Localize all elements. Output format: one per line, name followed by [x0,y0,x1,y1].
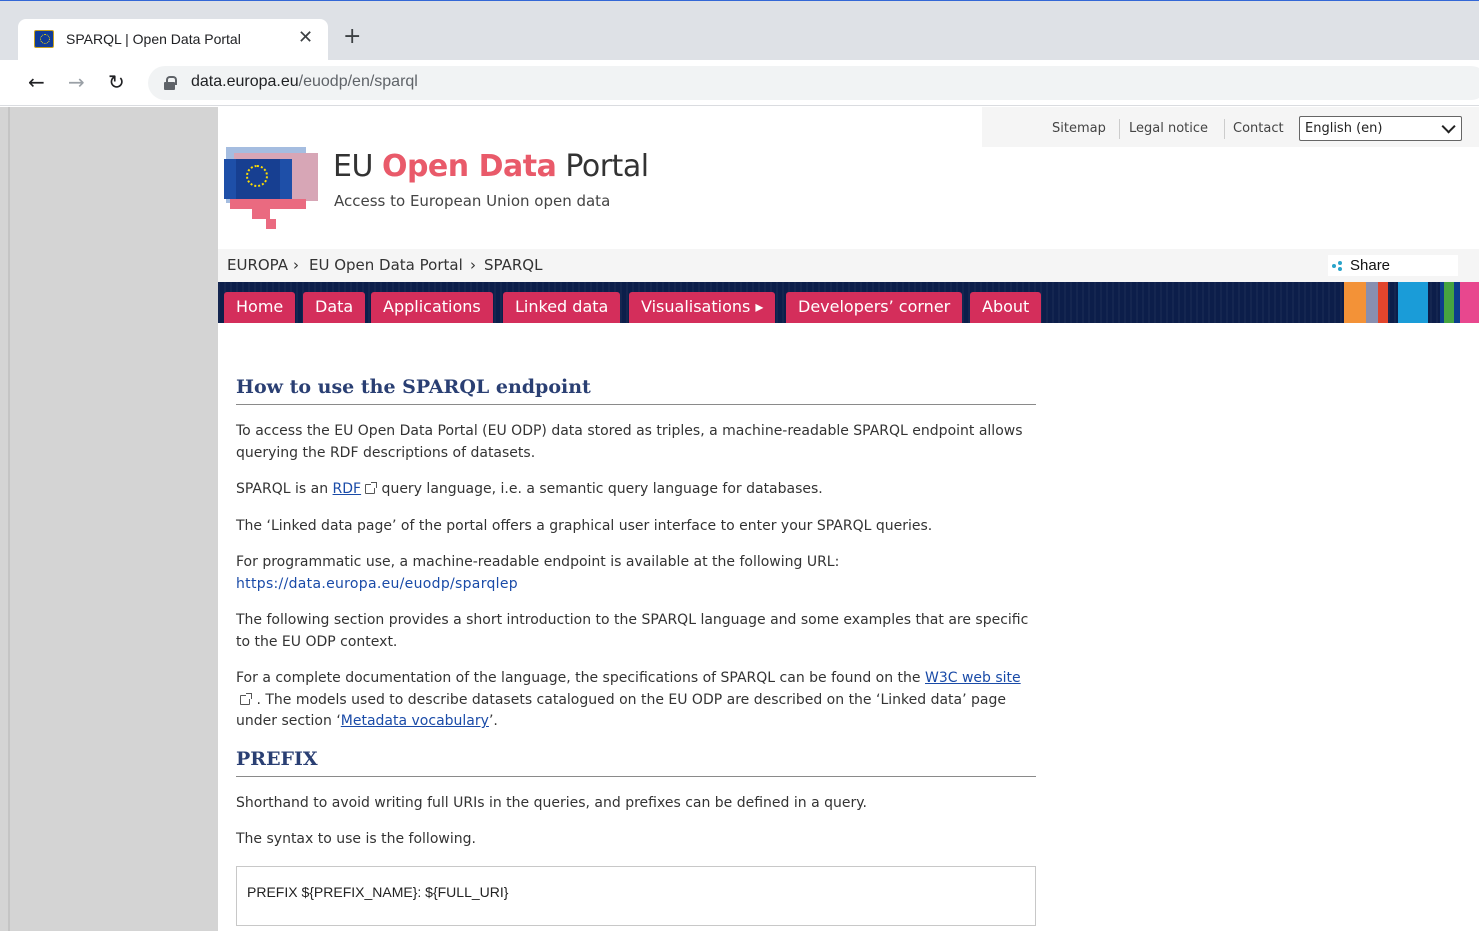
sitemap-link[interactable]: Sitemap [1052,121,1106,136]
logo-bubble-tip [266,219,276,229]
main-navigation: Home Data Applications Linked data Visua… [218,282,1479,323]
color-stripe [1460,282,1479,323]
logo-bubble-tail [252,209,270,219]
nav-home[interactable]: Home [224,292,296,323]
nav-applications[interactable]: Applications [371,292,493,323]
address-url[interactable]: data.europa.eu/euodp/en/sparql [191,73,418,91]
language-select[interactable]: English (en) [1299,116,1462,141]
color-stripe [1398,282,1428,323]
brand-color-stripes [1344,282,1479,323]
rdf-paragraph: SPARQL is an RDF query language, i.e. a … [236,481,823,497]
section-heading-prefix: PREFIX [236,748,1036,777]
share-button[interactable]: Share [1328,255,1458,276]
color-stripe [1344,282,1366,323]
w3c-link[interactable]: W3C web site [925,670,1021,686]
color-stripe [1444,282,1454,323]
logo-bubble-bar [230,199,306,209]
breadcrumb-current: SPARQL [484,256,543,274]
color-stripe [1378,282,1388,323]
nav-linked-data[interactable]: Linked data [503,292,621,323]
external-link-icon [240,692,252,705]
documentation-paragraph: For a complete documentation of the lang… [236,670,1021,729]
metadata-vocabulary-link[interactable]: Metadata vocabulary [341,713,489,729]
prefix-paragraph: Shorthand to avoid writing full URIs in … [236,794,867,811]
breadcrumb-europa[interactable]: EUROPA [227,256,288,274]
syntax-paragraph: The syntax to use is the following. [236,831,476,847]
lock-icon[interactable] [164,76,177,90]
section-heading-sparql: How to use the SPARQL endpoint [236,376,1036,405]
eu-stars-icon [246,165,268,187]
address-bar[interactable]: data.europa.eu/euodp/en/sparql [148,66,1479,100]
chevron-down-icon [1441,119,1456,134]
legal-notice-link[interactable]: Legal notice [1129,121,1208,136]
reload-icon[interactable]: ↻ [108,71,125,93]
linked-data-paragraph: The ‘Linked data page’ of the portal off… [236,517,933,534]
chevron-right-icon: › [470,256,476,274]
intro-paragraph: To access the EU Open Data Portal (EU OD… [236,423,1023,461]
endpoint-paragraph: For programmatic use, a machine-readable… [236,554,840,592]
nav-about[interactable]: About [970,292,1042,323]
tab-title: SPARQL | Open Data Portal [66,31,241,47]
chevron-right-icon: › [293,256,299,274]
utility-links: Sitemap Legal notice Contact English (en… [982,107,1479,147]
back-arrow-icon[interactable]: ← [28,71,45,93]
color-stripe [1366,282,1378,323]
rdf-link[interactable]: RDF [333,481,362,497]
language-select-value: English (en) [1305,121,1383,136]
left-gutter [0,107,218,931]
endpoint-url-link[interactable]: https://data.europa.eu/euodp/sparqlep [236,576,518,592]
share-icon [1332,261,1342,271]
nav-data[interactable]: Data [303,292,366,323]
new-tab-plus-icon[interactable]: + [343,25,361,49]
eu-flag-favicon-icon [34,30,54,48]
section-intro-paragraph: The following section provides a short i… [236,612,1029,650]
eu-open-data-logo[interactable] [222,145,322,235]
nav-visualisations[interactable]: Visualisations ▸ [629,292,776,323]
browser-toolbar: ← → ↻ data.europa.eu/euodp/en/sparql [0,60,1479,106]
browser-tab[interactable]: SPARQL | Open Data Portal ✕ [18,19,328,61]
breadcrumb-portal[interactable]: EU Open Data Portal [309,256,463,274]
forward-arrow-icon[interactable]: → [68,71,85,93]
code-example: PREFIX ${PREFIX_NAME}: ${FULL_URI} [236,865,1036,926]
site-subtitle: Access to European Union open data [334,192,611,210]
share-label: Share [1350,257,1391,274]
site-title[interactable]: EU Open Data Portal [333,149,649,184]
utility-separator [1224,119,1225,139]
external-link-icon [365,482,378,494]
tab-close-icon[interactable]: ✕ [298,28,313,48]
article-content: How to use the SPARQL endpoint To access… [236,376,1036,926]
nav-developers-corner[interactable]: Developers’ corner [786,292,963,323]
utility-separator [1119,119,1120,139]
contact-link[interactable]: Contact [1233,121,1284,136]
breadcrumb: EUROPA › EU Open Data Portal › SPARQL Sh… [218,249,1479,282]
browser-tab-strip: SPARQL | Open Data Portal ✕ + [0,0,1479,61]
